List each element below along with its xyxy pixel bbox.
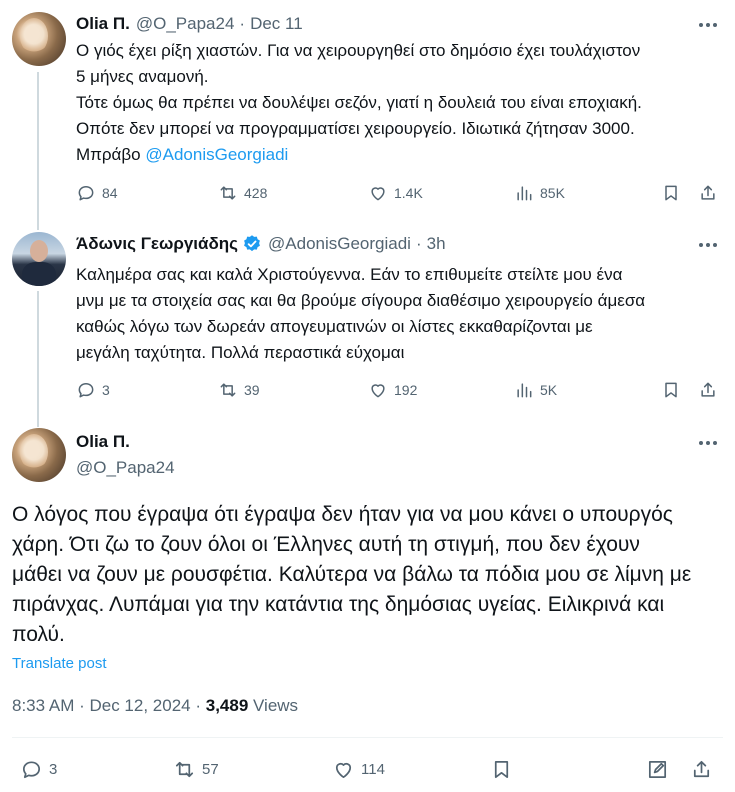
action-bar: 3 57 114 xyxy=(20,757,720,781)
edit-button[interactable] xyxy=(646,757,669,781)
post-time[interactable]: 3h xyxy=(427,234,446,254)
views-count: 5K xyxy=(540,382,558,398)
reply-count: 3 xyxy=(49,760,58,778)
text-line: μάθει να ζουν με ρουσφέτια. Καλύτερα να … xyxy=(12,563,692,586)
edit-icon xyxy=(648,760,667,778)
author-handle[interactable]: @AdonisGeorgiadi xyxy=(268,234,411,254)
like-button[interactable]: 114 xyxy=(332,757,385,781)
text-line: Οπότε δεν μπορεί να προγραμματίσει χειρο… xyxy=(76,119,635,138)
like-count: 1.4K xyxy=(394,185,423,201)
heart-icon xyxy=(371,384,385,398)
share-button[interactable] xyxy=(698,181,718,205)
mention-link[interactable]: @AdonisGeorgiadi xyxy=(145,145,288,164)
text-line: χάρη. Ότι ζω το ζουν όλοι οι Έλληνες αυτ… xyxy=(12,533,640,556)
like-count: 114 xyxy=(361,760,385,778)
post-time[interactable]: Dec 11 xyxy=(250,14,303,34)
reply-button[interactable]: 84 xyxy=(76,181,118,205)
post-text: Ο γιός έχει ρίξη χιαστών. Για να χειρουρ… xyxy=(76,38,726,168)
avatar[interactable] xyxy=(12,12,66,66)
text-line: πιράνχας. Λυπάμαι για την κατάντια της δ… xyxy=(12,593,665,616)
text-line: Ο λόγος που έγραψα ότι έγραψα δεν ήταν γ… xyxy=(12,503,673,526)
text-line: 5 μήνες αναμονή. xyxy=(76,67,209,86)
bookmark-icon xyxy=(494,760,509,778)
more-options-icon[interactable] xyxy=(697,234,719,256)
text-line: μεγάλη ταχύτητα. Πολλά περαστικά εύχομαι xyxy=(76,343,405,362)
reply-icon xyxy=(22,760,41,778)
divider xyxy=(12,737,723,738)
repost-icon xyxy=(175,761,194,777)
reply-icon xyxy=(78,383,94,398)
reply-button[interactable]: 3 xyxy=(76,378,110,402)
views-label: Views xyxy=(253,696,299,715)
text-line: Μπράβο @AdonisGeorgiadi xyxy=(76,142,726,168)
text-line: Ο γιός έχει ρίξη χιαστών. Για να χειρουρ… xyxy=(76,41,641,60)
separator-dot: · xyxy=(239,14,246,33)
repost-button[interactable]: 39 xyxy=(218,378,260,402)
more-options-icon[interactable] xyxy=(697,14,719,36)
share-button[interactable] xyxy=(698,378,718,402)
repost-icon xyxy=(220,186,236,200)
share-icon xyxy=(701,185,715,200)
verified-badge-icon xyxy=(244,235,260,252)
separator-dot: · xyxy=(415,234,422,253)
author-name[interactable]: Olia Π. xyxy=(76,14,130,34)
reply-count: 3 xyxy=(102,382,110,398)
like-button[interactable]: 1.4K xyxy=(368,181,423,205)
post-text: Καλημέρα σας και καλά Χριστούγεννα. Εάν … xyxy=(76,262,726,366)
author-handle[interactable]: @O_Papa24 xyxy=(136,14,235,34)
repost-count: 57 xyxy=(202,760,219,778)
post-timestamp[interactable]: 8:33 AM · Dec 12, 2024 · xyxy=(12,696,201,715)
views-button[interactable]: 5K xyxy=(514,378,557,402)
reply-count: 84 xyxy=(102,185,118,201)
reply-icon xyxy=(78,186,94,201)
action-bar: 84 428 1.4K 85K xyxy=(76,181,721,205)
post-metadata: 8:33 AM · Dec 12, 2024 · 3,489 Views xyxy=(12,696,298,716)
views-button[interactable]: 85K xyxy=(514,181,565,205)
action-bar: 3 39 192 5K xyxy=(76,378,721,402)
views-count: 3,489 xyxy=(205,696,249,715)
reply-button[interactable]: 3 xyxy=(20,757,57,781)
tweet-header: Olia Π. @O_Papa24 · Dec 11 xyxy=(76,14,303,34)
author-name[interactable]: Olia Π. xyxy=(76,432,130,452)
text-line: Καλημέρα σας και καλά Χριστούγεννα. Εάν … xyxy=(76,265,623,284)
avatar[interactable] xyxy=(12,232,66,286)
analytics-icon xyxy=(517,383,532,398)
repost-count: 428 xyxy=(244,185,268,201)
bookmark-icon xyxy=(665,185,677,201)
heart-icon xyxy=(335,762,352,778)
bookmark-icon xyxy=(665,382,677,398)
share-icon xyxy=(693,760,710,777)
analytics-icon xyxy=(517,186,532,201)
tweet-header: Άδωνις Γεωργιάδης @AdonisGeorgiadi · 3h xyxy=(76,234,446,254)
repost-button[interactable]: 428 xyxy=(218,181,267,205)
repost-icon xyxy=(220,383,236,397)
like-count: 192 xyxy=(394,382,418,398)
more-options-icon[interactable] xyxy=(697,432,719,454)
avatar[interactable] xyxy=(12,428,66,482)
text-line: μνμ με τα στοιχεία σας και θα βρούμε σίγ… xyxy=(76,291,646,310)
heart-icon xyxy=(371,187,385,201)
text-line: πολύ. xyxy=(12,623,65,646)
text-line: καθώς λόγω των δωρεάν απογευματινών οι λ… xyxy=(76,317,593,336)
bookmark-button[interactable] xyxy=(661,181,681,205)
share-button[interactable] xyxy=(690,757,713,781)
like-button[interactable]: 192 xyxy=(368,378,417,402)
thread-line xyxy=(37,72,39,230)
share-icon xyxy=(701,382,715,397)
repost-count: 39 xyxy=(244,382,260,398)
post-text: Ο λόγος που έγραψα ότι έγραψα δεν ήταν γ… xyxy=(12,500,727,650)
translate-link[interactable]: Translate post xyxy=(12,655,107,672)
author-handle[interactable]: @O_Papa24 xyxy=(76,458,175,478)
bookmark-button[interactable] xyxy=(661,378,681,402)
repost-button[interactable]: 57 xyxy=(173,757,219,781)
thread-line xyxy=(37,291,39,427)
text-line: Τότε όμως θα πρέπει να δουλέψει σεζόν, γ… xyxy=(76,93,642,112)
author-name[interactable]: Άδωνις Γεωργιάδης xyxy=(76,234,238,254)
bookmark-button[interactable] xyxy=(490,757,513,781)
text-line-start: Μπράβο xyxy=(76,145,141,164)
views-count: 85K xyxy=(540,185,565,201)
